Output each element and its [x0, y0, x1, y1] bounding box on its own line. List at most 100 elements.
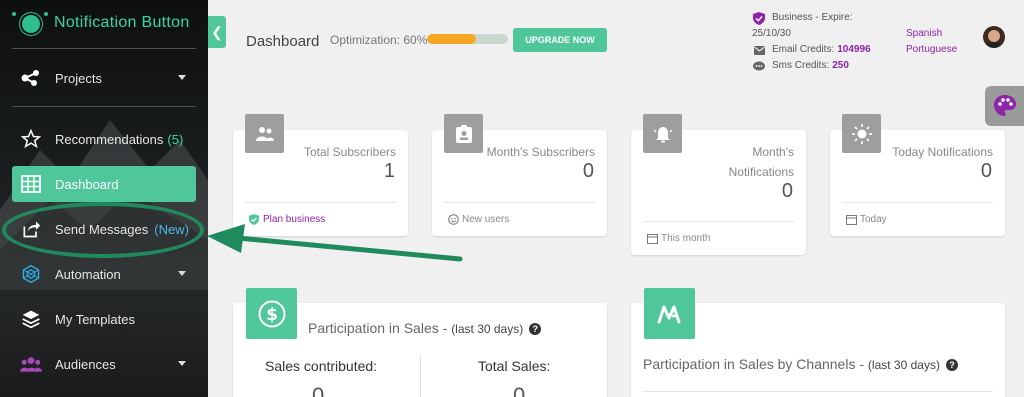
card-title: Notifications	[728, 165, 794, 179]
dollar-icon: $	[246, 288, 297, 339]
card-months-notifications: Month's Notifications 0 This month	[631, 114, 806, 255]
card-today-notifications: Today Notifications 0 Today	[830, 114, 1005, 236]
sidebar-item-label: Audiences	[55, 357, 116, 372]
sales-contributed-value: 0	[312, 383, 325, 397]
sidebar-item-dashboard[interactable]: Dashboard	[12, 166, 196, 202]
optimization-label: Optimization: 60%	[330, 33, 428, 47]
sidebar-item-projects[interactable]: Projects	[12, 60, 196, 96]
plan-label: Business - Expire:	[772, 12, 853, 23]
panel-period: (last 30 days)	[867, 358, 940, 372]
card-footer: New users	[462, 213, 510, 225]
card-value: 1	[383, 160, 395, 182]
sidebar-item-label: Automation	[55, 267, 121, 282]
star-icon	[20, 128, 42, 150]
palette-icon	[993, 95, 1016, 116]
card-footer: Today	[860, 213, 887, 225]
card-footer: Plan business	[263, 213, 326, 225]
brand[interactable]: Notification Button	[0, 0, 208, 48]
avatar[interactable]	[983, 26, 1005, 48]
sidebar-item-recommendations[interactable]: Recommendations (5)	[12, 121, 196, 157]
optimization-progress-fill	[427, 34, 476, 44]
card-total-subscribers: Total Subscribers 1 Plan business	[233, 114, 408, 236]
users-icon	[20, 353, 42, 375]
divider	[643, 391, 993, 392]
sidebar: Notification Button Projects Recommendat…	[0, 0, 208, 397]
panel-title: Participation in Sales by Channels -	[643, 356, 868, 372]
calendar-icon	[646, 232, 658, 244]
dashboard-grid-icon	[20, 173, 42, 195]
card-value: 0	[980, 160, 992, 182]
card-title: Month's	[752, 145, 794, 159]
divider	[420, 355, 421, 397]
upgrade-button[interactable]: UPGRADE NOW	[513, 28, 607, 52]
panel-participation-by-channels: Participation in Sales by Channels - (la…	[631, 288, 1005, 397]
sms-credits-value: 250	[832, 60, 849, 71]
sidebar-item-label: My Templates	[55, 312, 135, 327]
account-info: Business - Expire: 25/10/30 Email Credit…	[752, 10, 871, 74]
bell-icon	[643, 114, 682, 153]
shield-check-icon	[752, 11, 766, 25]
sidebar-item-automation[interactable]: Automation	[12, 256, 196, 292]
divider	[12, 48, 196, 49]
sidebar-collapse-button[interactable]: ❮	[208, 16, 226, 48]
users-icon	[245, 114, 284, 153]
sidebar-item-label: Projects	[55, 71, 102, 86]
highlight-ellipse	[2, 202, 204, 258]
logo-dot-icon	[12, 12, 16, 16]
divider	[842, 202, 993, 203]
panel-period: (last 30 days)	[451, 322, 524, 336]
app-name: Notification Button	[54, 14, 190, 31]
sidebar-item-audiences[interactable]: Audiences	[12, 346, 196, 382]
sun-icon	[842, 114, 881, 153]
card-value: 0	[582, 160, 594, 182]
total-sales-value: 0	[513, 383, 526, 397]
recommendations-count: (5)	[167, 132, 184, 147]
optimization-progress	[427, 34, 508, 44]
chevron-down-icon	[178, 361, 186, 366]
id-card-icon	[444, 114, 483, 153]
calendar-icon	[845, 213, 857, 225]
logo-dot-icon	[44, 12, 48, 16]
logo-icon	[22, 15, 40, 33]
page-title: Dashboard	[246, 33, 320, 50]
card-value: 0	[781, 180, 793, 202]
chevron-down-icon	[178, 75, 186, 80]
projects-network-icon	[20, 67, 42, 89]
divider	[12, 106, 196, 107]
card-title: Today Notifications	[892, 145, 993, 159]
sales-contributed-label: Sales contributed:	[265, 358, 378, 374]
shield-check-icon	[248, 213, 260, 225]
svg-text:$: $	[266, 305, 278, 325]
layers-icon	[20, 308, 42, 330]
language-spanish[interactable]: Spanish	[906, 26, 957, 42]
panel-participation-in-sales: $ Participation in Sales - (last 30 days…	[233, 288, 607, 397]
divider	[245, 202, 396, 203]
language-links: Spanish Portuguese	[906, 26, 957, 58]
panel-title: Participation in Sales -	[308, 320, 452, 336]
chat-bubble-icon	[752, 60, 766, 72]
card-months-subscribers: Month's Subscribers 0 New users	[432, 114, 607, 236]
smile-icon	[447, 213, 459, 225]
chevron-down-icon	[178, 271, 186, 276]
sidebar-item-my-templates[interactable]: My Templates	[12, 301, 196, 337]
chevron-left-icon: ❮	[211, 23, 223, 40]
email-credits-label: Email Credits:	[772, 44, 835, 55]
card-footer: This month	[661, 232, 711, 244]
theme-palette-button[interactable]	[985, 86, 1024, 126]
channels-logo-icon	[644, 288, 695, 339]
total-sales-label: Total Sales:	[478, 358, 551, 374]
automation-icon	[20, 263, 42, 285]
envelope-icon	[752, 44, 766, 56]
divider	[444, 202, 595, 203]
sidebar-item-label: Dashboard	[55, 177, 119, 192]
sms-credits-label: Sms Credits:	[772, 60, 830, 71]
card-title: Total Subscribers	[303, 145, 396, 159]
email-credits-value: 104996	[837, 44, 871, 55]
help-icon[interactable]: ?	[529, 323, 542, 336]
divider	[643, 221, 794, 222]
help-icon[interactable]: ?	[945, 359, 958, 372]
card-title: Month's Subscribers	[486, 145, 595, 159]
plan-expire-date: 25/10/30	[752, 28, 791, 39]
language-portuguese[interactable]: Portuguese	[906, 42, 957, 58]
sidebar-item-label: Recommendations	[55, 132, 164, 147]
